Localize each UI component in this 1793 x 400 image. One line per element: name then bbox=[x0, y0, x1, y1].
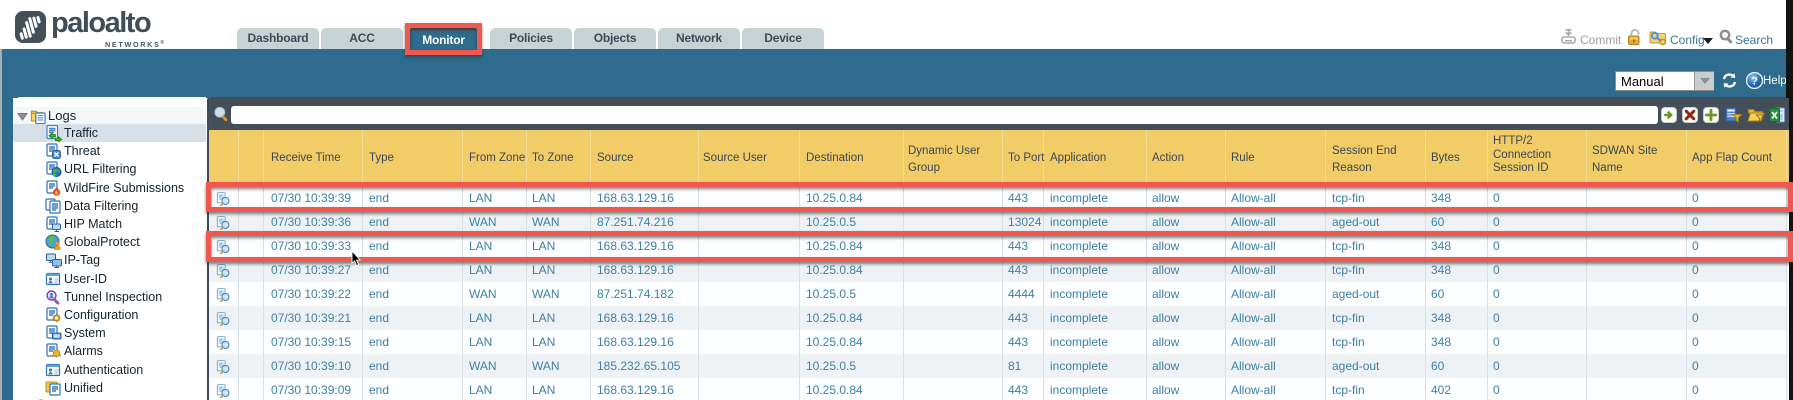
svg-text:?: ? bbox=[1751, 76, 1758, 88]
